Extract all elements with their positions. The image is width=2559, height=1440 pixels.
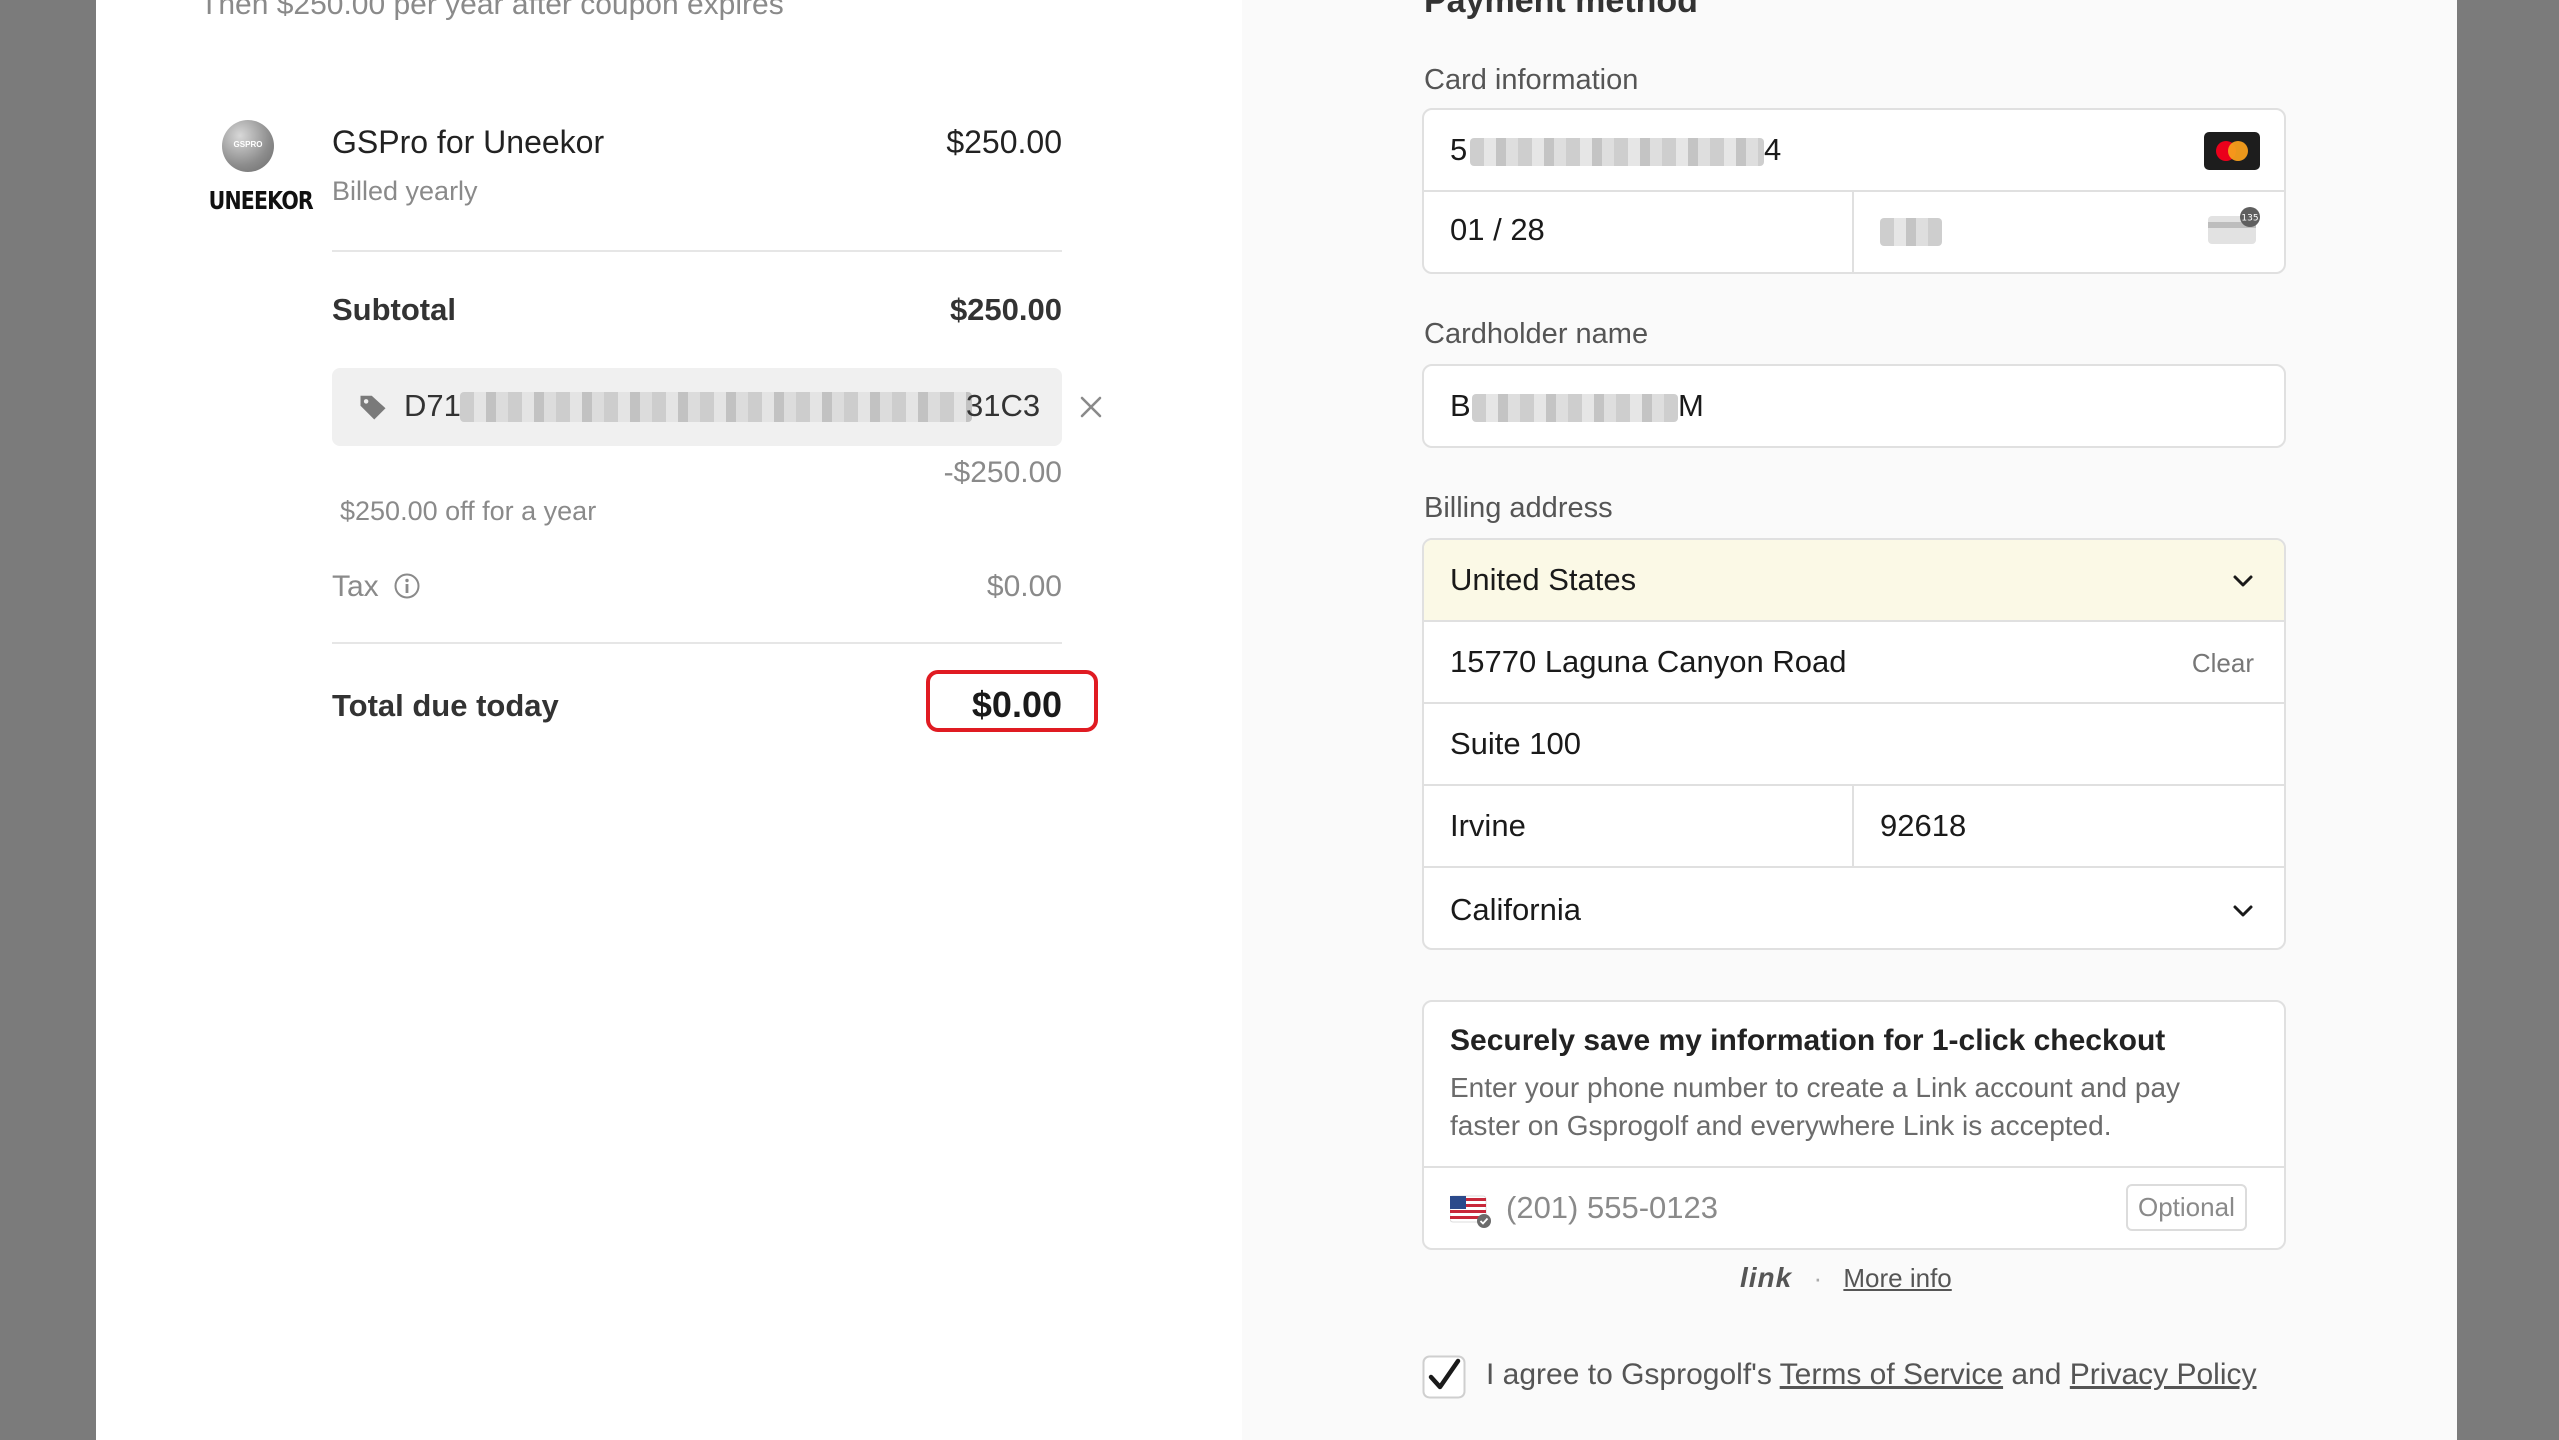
logo-badge-text: GSPRO: [233, 140, 263, 149]
info-icon[interactable]: [393, 572, 421, 600]
phone-placeholder: (201) 555-0123: [1506, 1190, 1718, 1225]
product-name: GSPro for Uneekor: [332, 124, 605, 160]
card-number-end: 4: [1764, 132, 1782, 167]
optional-badge: Optional: [2126, 1184, 2247, 1231]
link-save-description-line2: faster on Gsprogolf and everywhere Link …: [1450, 1110, 2112, 1141]
tax-value: $0.00: [986, 570, 1062, 603]
agreement-text: I agree to Gsprogolf's Terms of Service …: [1486, 1358, 2257, 1392]
total-label: Total due today: [332, 688, 559, 723]
us-flag-icon: [1450, 1195, 1491, 1228]
chevron-down-icon: [2233, 575, 2253, 587]
state-select[interactable]: California: [1424, 868, 2284, 948]
tax-label-text: Tax: [332, 570, 379, 603]
coupon-code-redacted: [460, 392, 972, 422]
clear-address-button[interactable]: Clear: [2192, 648, 2254, 679]
zip-field[interactable]: 92618: [1854, 786, 2284, 868]
zip-value: 92618: [1880, 808, 1967, 843]
country-select[interactable]: United States: [1424, 540, 2284, 622]
coupon-description: $250.00 off for a year: [340, 496, 597, 526]
link-logo: link: [1740, 1262, 1793, 1293]
link-save-title: Securely save my information for 1-click…: [1450, 1024, 2166, 1057]
terms-of-service-link[interactable]: Terms of Service: [1780, 1358, 2003, 1391]
divider: [332, 642, 1062, 644]
billing-address-group: United States 15770 Laguna Canyon Road C…: [1422, 538, 2286, 950]
mastercard-icon: [2204, 132, 2260, 170]
privacy-policy-link[interactable]: Privacy Policy: [2070, 1358, 2257, 1391]
expiry-field[interactable]: 01 / 28: [1424, 192, 1854, 272]
agree-checkbox[interactable]: [1422, 1355, 1466, 1399]
card-number-start: 5: [1450, 132, 1468, 167]
link-save-box: Securely save my information for 1-click…: [1422, 1000, 2286, 1250]
subtotal-value: $250.00: [949, 292, 1062, 327]
cardholder-name-start: B: [1450, 388, 1471, 423]
city-field[interactable]: Irvine: [1424, 786, 1854, 868]
product-logo: GSPRO UNEEKOR: [200, 118, 314, 218]
address-line1-field[interactable]: 15770 Laguna Canyon Road Clear: [1424, 622, 2284, 704]
agreement-prefix: I agree to Gsprogolf's: [1486, 1358, 1780, 1391]
cardholder-name-field[interactable]: B M: [1422, 364, 2286, 448]
coupon-code-chip: D71 31C3: [332, 368, 1062, 446]
link-save-description-line1: Enter your phone number to create a Link…: [1450, 1072, 2181, 1103]
tax-label: Tax: [332, 570, 421, 604]
phone-field[interactable]: (201) 555-0123 Optional: [1424, 1166, 2284, 1248]
tag-icon: [360, 395, 386, 420]
country-value: United States: [1450, 562, 1637, 597]
city-value: Irvine: [1450, 808, 1526, 843]
product-price: $250.00: [946, 124, 1062, 160]
svg-text:135: 135: [2241, 214, 2258, 224]
cvc-card-icon: 135: [2208, 207, 2260, 244]
address-line1-value: 15770 Laguna Canyon Road: [1450, 644, 1847, 679]
cardholder-name-end: M: [1678, 388, 1704, 423]
agreement-and: and: [2003, 1358, 2070, 1391]
logo-wordmark: UNEEKOR: [208, 186, 314, 215]
state-value: California: [1450, 892, 1581, 927]
product-billing: Billed yearly: [332, 176, 478, 206]
divider: [332, 250, 1062, 252]
cardholder-label: Cardholder name: [1424, 318, 1649, 350]
coupon-code-start: D71: [404, 388, 461, 423]
link-footer: link · More info: [1740, 1262, 1952, 1294]
card-info-group: 5 4 01 / 28 135: [1422, 108, 2286, 274]
more-info-link[interactable]: More info: [1843, 1263, 1951, 1293]
cardholder-name-redacted: [1472, 394, 1678, 422]
expiry-value: 01 / 28: [1450, 212, 1545, 247]
remove-coupon-icon[interactable]: [1078, 394, 1104, 420]
coupon-code-end: 31C3: [966, 388, 1041, 423]
card-number-field[interactable]: 5 4: [1424, 110, 2284, 192]
subtotal-label: Subtotal: [332, 292, 456, 327]
cvc-field[interactable]: 135: [1854, 192, 2284, 272]
address-line2-field[interactable]: Suite 100: [1424, 704, 2284, 786]
total-highlight-box: [926, 670, 1098, 732]
chevron-down-icon: [2233, 905, 2253, 917]
address-line2-value: Suite 100: [1450, 726, 1581, 761]
renewal-note: Then $250.00 per year after coupon expir…: [200, 0, 784, 21]
card-info-label: Card information: [1424, 64, 1639, 96]
coupon-discount: -$250.00: [943, 456, 1062, 489]
payment-method-title: Payment method: [1424, 0, 1698, 20]
card-number-redacted: [1470, 138, 1764, 166]
link-separator: ·: [1813, 1263, 1823, 1293]
cvc-redacted: [1880, 218, 1942, 246]
billing-address-label: Billing address: [1424, 492, 1613, 524]
